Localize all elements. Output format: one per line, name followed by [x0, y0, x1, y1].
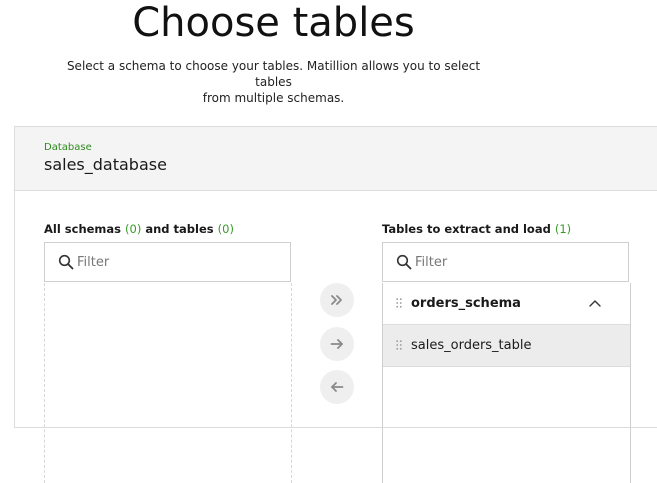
- chevron-up-icon[interactable]: [588, 298, 602, 308]
- schemas-list[interactable]: [44, 283, 292, 483]
- add-all-button[interactable]: [320, 283, 354, 317]
- arrow-right-icon: [330, 339, 343, 349]
- database-header: Database sales_database: [15, 127, 657, 191]
- search-icon: [58, 254, 74, 270]
- table-name: sales_orders_table: [411, 338, 532, 353]
- add-selected-button[interactable]: [320, 327, 354, 361]
- selected-tables-count: (1): [554, 222, 572, 236]
- schema-group-row[interactable]: orders_schema: [383, 283, 630, 325]
- subtitle-line-2: from multiple schemas.: [202, 91, 345, 105]
- selected-tables-list: orders_schema sales_orders_table: [382, 283, 631, 483]
- database-name: sales_database: [44, 155, 167, 174]
- all-schemas-label: All schemas: [44, 222, 122, 236]
- table-row[interactable]: sales_orders_table: [383, 325, 630, 367]
- schemas-filter-input[interactable]: [77, 251, 237, 273]
- selected-tables-label: Tables to extract and load: [382, 222, 551, 236]
- schemas-filter: [44, 242, 291, 282]
- table-selection-card: Database sales_database All schemas (0) …: [14, 126, 657, 483]
- remove-selected-button[interactable]: [320, 370, 354, 404]
- drag-handle-icon[interactable]: [396, 340, 402, 350]
- arrow-left-icon: [331, 382, 344, 392]
- page-subtitle: Select a schema to choose your tables. M…: [60, 58, 487, 106]
- tables-count: (0): [217, 222, 234, 236]
- all-schemas-title: All schemas (0) and tables (0): [44, 222, 234, 236]
- schema-name: orders_schema: [411, 296, 521, 311]
- schemas-count: (0): [125, 222, 142, 236]
- search-icon: [396, 254, 412, 270]
- double-chevron-right-icon: [331, 295, 342, 305]
- database-label: Database: [44, 142, 92, 153]
- page-title: Choose tables: [132, 0, 415, 46]
- selected-tables-filter-input[interactable]: [415, 251, 575, 273]
- selected-tables-title: Tables to extract and load (1): [382, 222, 571, 236]
- drag-handle-icon[interactable]: [396, 298, 402, 308]
- subtitle-line-1: Select a schema to choose your tables. M…: [66, 59, 481, 89]
- and-tables-label: and tables: [145, 222, 214, 236]
- selected-tables-filter: [382, 242, 629, 282]
